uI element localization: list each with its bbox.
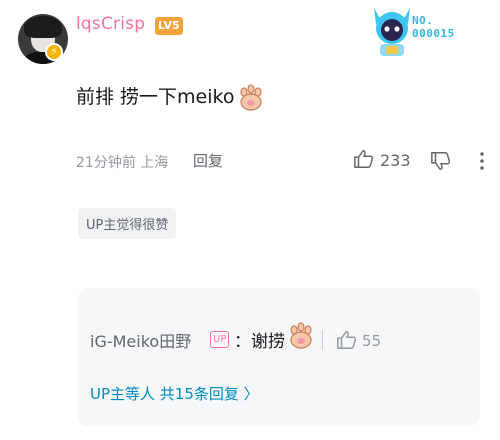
view-more-replies-link[interactable]: UP主等人 共15条回复 〉: [90, 383, 259, 404]
like-count: 233: [380, 151, 411, 170]
comment-time: 21分钟前: [76, 155, 136, 171]
up-liked-tag: UP主觉得很赞: [78, 208, 177, 239]
decoration-label-number: 000015: [412, 27, 455, 40]
comment-location: 上海: [140, 155, 169, 171]
paw-emoji: [240, 83, 263, 111]
sub-reply-text: ：谢捞: [234, 332, 285, 352]
decoration-label-no: NO.: [412, 14, 434, 27]
bolt-icon: ⚡: [45, 43, 63, 61]
reply-button[interactable]: 回复: [193, 150, 223, 171]
sub-reply-box[interactable]: [78, 288, 480, 426]
up-badge: UP: [210, 331, 230, 348]
comment-text: 前排 捞一下meiko: [76, 86, 235, 108]
mascot-icon: [374, 8, 410, 56]
level-badge: LV5: [155, 17, 183, 35]
comment-content: 前排 捞一下meiko: [76, 82, 266, 113]
more-icon[interactable]: [477, 150, 487, 172]
thumb-up-icon[interactable]: [336, 329, 358, 351]
fan-decoration[interactable]: NO. 000015: [366, 2, 488, 58]
username[interactable]: lqsCrisp: [76, 14, 145, 34]
thumb-down-icon[interactable]: [430, 150, 452, 172]
divider: [322, 330, 323, 350]
sub-reply-like-count: 55: [362, 332, 382, 350]
sub-reply-username[interactable]: iG-Meiko田野: [90, 328, 191, 352]
paw-emoji: [290, 322, 312, 349]
comment-meta: 21分钟前 上海: [76, 152, 168, 172]
thumb-up-icon[interactable]: [353, 148, 375, 170]
